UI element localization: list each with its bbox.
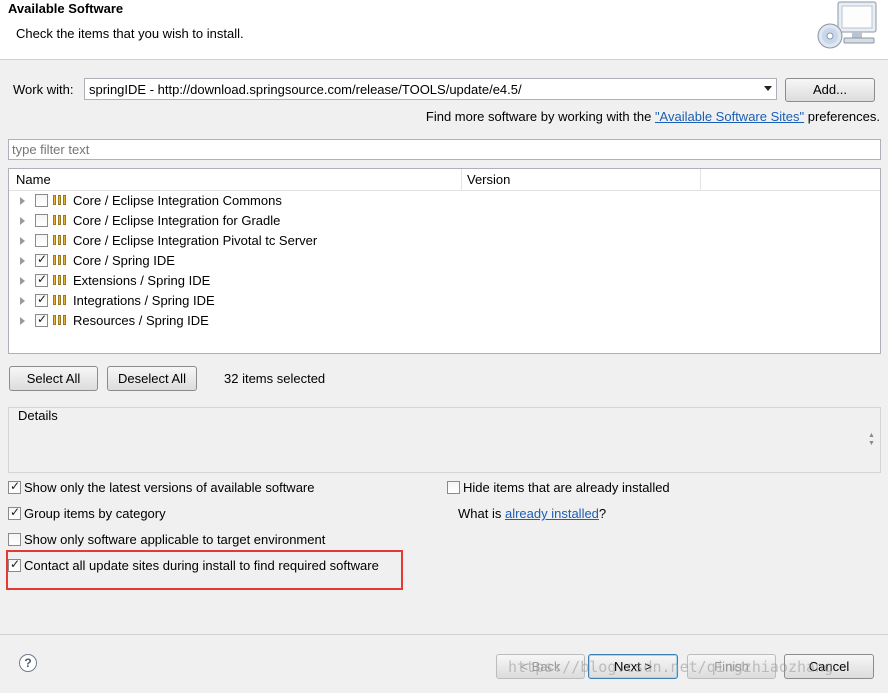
feature-category-icon [53,275,68,286]
row-checkbox[interactable]: ✓ [35,272,48,287]
find-more-suffix: preferences. [804,109,880,124]
tree-row[interactable]: ✓ Integrations / Spring IDE [9,291,880,311]
show-latest-label: Show only the latest versions of availab… [24,480,315,495]
tree-header: Name Version [9,169,880,191]
column-version-header[interactable]: Version [467,172,510,187]
check-mark-icon: ✓ [37,292,48,306]
already-installed-link[interactable]: already installed [505,506,599,521]
tree-row-label: Resources / Spring IDE [73,313,209,328]
column-divider[interactable] [700,169,701,190]
details-text-area[interactable] [11,425,878,471]
column-divider[interactable] [461,169,462,190]
show-applicable-checkbox[interactable] [8,533,21,546]
feature-category-icon [53,195,68,206]
tree-row[interactable]: ✓ Extensions / Spring IDE [9,271,880,291]
tree-row-label: Core / Spring IDE [73,253,175,268]
expand-arrow-icon[interactable] [20,237,25,245]
tree-row[interactable]: Core / Eclipse Integration Commons [9,191,880,211]
show-latest-checkbox[interactable]: ✓ [8,479,21,494]
tree-row[interactable]: Core / Eclipse Integration for Gradle [9,211,880,231]
feature-category-icon [53,235,68,246]
bottom-divider [0,634,888,635]
row-checkbox[interactable]: ✓ [35,252,48,267]
tree-row-label: Core / Eclipse Integration Commons [73,193,282,208]
row-checkbox[interactable]: ✓ [35,292,48,307]
tree-row-label: Integrations / Spring IDE [73,293,215,308]
feature-category-icon [53,295,68,306]
dialog-header: Available Software Check the items that … [0,0,888,60]
hide-installed-label: Hide items that are already installed [463,480,670,495]
deselect-all-button[interactable]: Deselect All [107,366,197,391]
items-selected-count: 32 items selected [224,371,326,386]
expand-arrow-icon[interactable] [20,197,25,205]
feature-category-icon [53,315,68,326]
hide-installed-checkbox[interactable] [447,481,460,494]
details-group: Details ▲ ▼ [8,407,881,473]
tree-row-label: Core / Eclipse Integration Pivotal tc Se… [73,233,318,248]
find-more-prefix: Find more software by working with the [425,109,655,124]
what-is-installed-text: What is already installed? [458,506,606,521]
row-checkbox[interactable] [35,194,48,207]
check-mark-icon: ✓ [37,312,48,326]
group-by-category-label: Group items by category [24,506,166,521]
feature-category-icon [53,215,68,226]
show-applicable-label: Show only software applicable to target … [24,532,326,547]
row-checkbox[interactable]: ✓ [35,312,48,327]
find-more-text: Find more software by working with the "… [426,109,880,124]
details-title: Details [17,408,59,423]
expand-arrow-icon[interactable] [20,257,25,265]
install-monitor-cd-icon [817,1,877,49]
tree-row-label: Extensions / Spring IDE [73,273,211,288]
select-all-button[interactable]: Select All [9,366,98,391]
work-with-value: springIDE - http://download.springsource… [89,82,522,97]
work-with-label: Work with: [13,82,74,97]
check-mark-icon: ✓ [37,272,48,286]
check-mark-icon: ✓ [37,252,48,266]
expand-arrow-icon[interactable] [20,217,25,225]
available-software-sites-link[interactable]: "Available Software Sites" [655,109,804,124]
group-by-category-checkbox[interactable]: ✓ [8,505,21,520]
check-mark-icon: ✓ [10,479,21,493]
what-is-prefix: What is [458,506,505,521]
page-subtitle: Check the items that you wish to install… [16,26,244,41]
add-site-button[interactable]: Add... [785,78,875,102]
column-name-header[interactable]: Name [16,172,51,187]
help-icon[interactable]: ? [19,654,37,672]
expand-arrow-icon[interactable] [20,277,25,285]
highlight-annotation-box [6,550,403,590]
watermark-text: https://blog.csdn.net/qingzhiaozhang [508,658,834,676]
page-title: Available Software [8,1,124,16]
row-checkbox[interactable] [35,234,48,247]
chevron-down-icon[interactable] [764,86,772,91]
tree-row[interactable]: ✓ Core / Spring IDE [9,251,880,271]
check-mark-icon: ✓ [10,505,21,519]
work-with-combo[interactable]: springIDE - http://download.springsource… [84,78,777,100]
expand-arrow-icon[interactable] [20,297,25,305]
expand-arrow-icon[interactable] [20,317,25,325]
details-scrollbar[interactable]: ▲ ▼ [867,432,876,452]
tree-row[interactable]: Core / Eclipse Integration Pivotal tc Se… [9,231,880,251]
filter-input[interactable] [8,139,881,160]
tree-row[interactable]: ✓ Resources / Spring IDE [9,311,880,331]
feature-category-icon [53,255,68,266]
what-is-suffix: ? [598,506,607,521]
row-checkbox[interactable] [35,214,48,227]
tree-row-label: Core / Eclipse Integration for Gradle [73,213,281,228]
software-tree[interactable]: Name Version Core / Eclipse Integration … [8,168,881,354]
